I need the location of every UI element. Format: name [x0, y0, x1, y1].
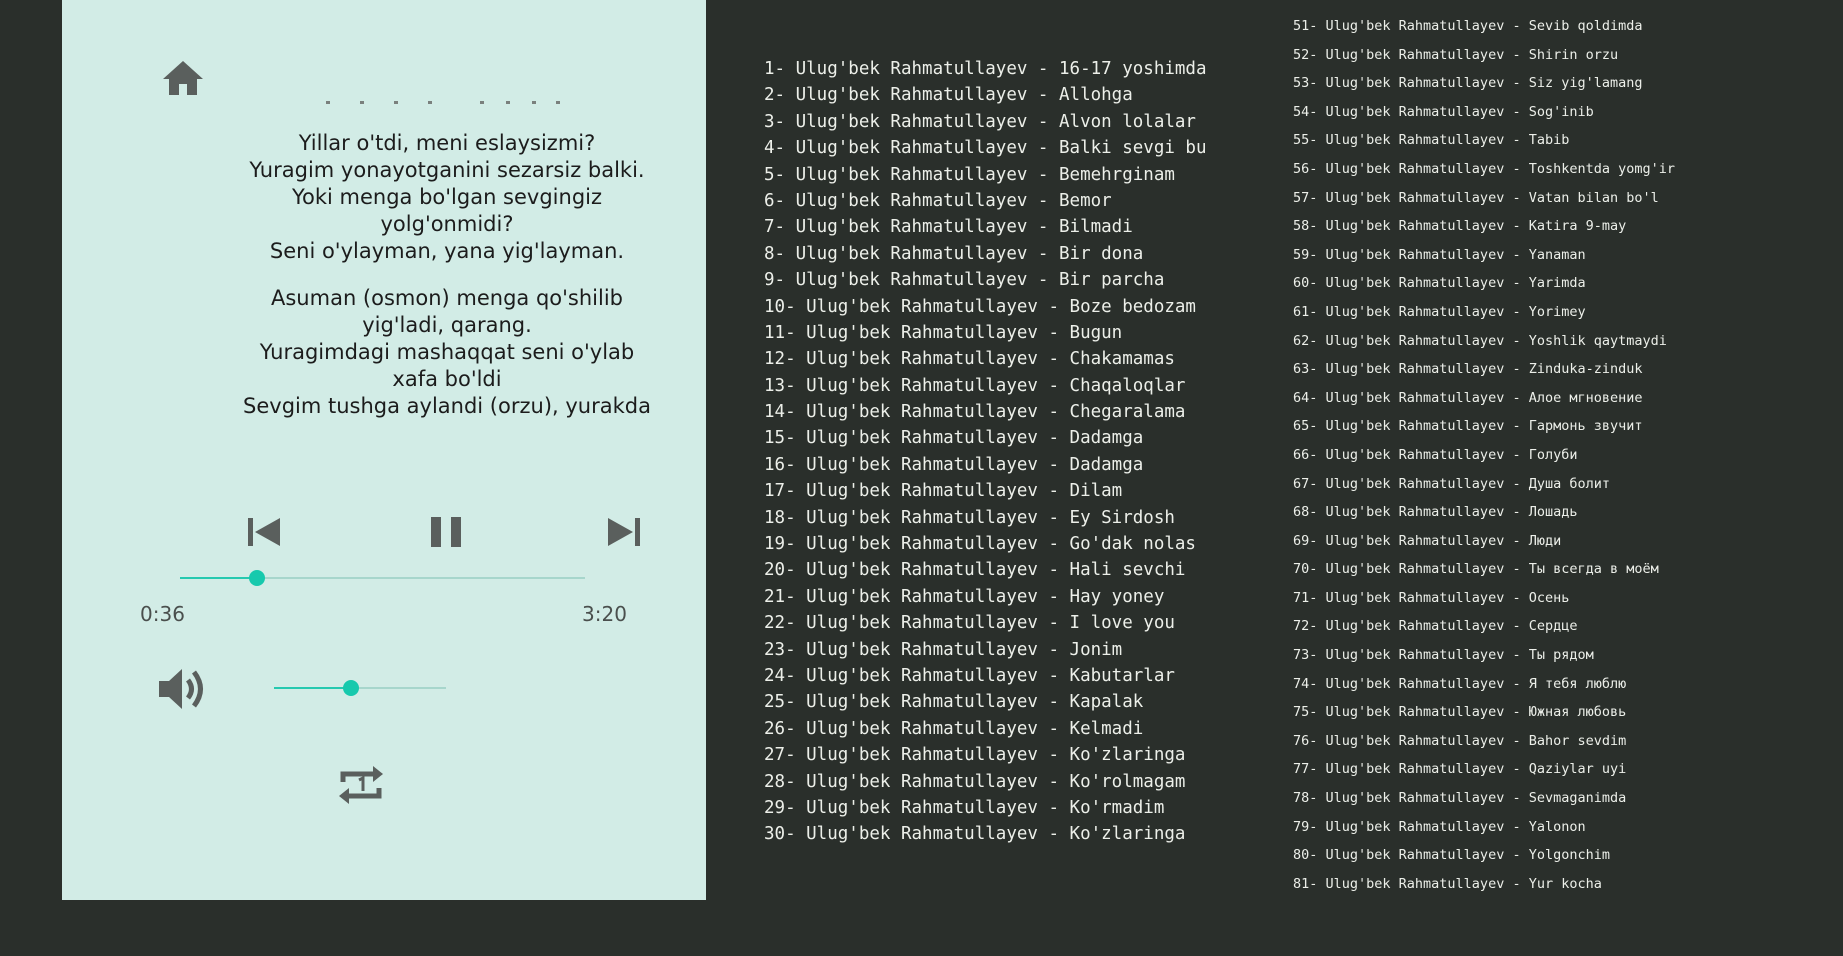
song-list-item[interactable]: 64- Ulug'bek Rahmatullayev - Алое мгнове…	[1293, 384, 1675, 413]
song-list-item[interactable]: 79- Ulug'bek Rahmatullayev - Yalonon	[1293, 813, 1675, 842]
song-list-item[interactable]: 26- Ulug'bek Rahmatullayev - Kelmadi	[764, 716, 1207, 742]
skip-next-icon	[608, 518, 640, 546]
skip-previous-icon	[248, 518, 280, 546]
song-list-item[interactable]: 9- Ulug'bek Rahmatullayev - Bir parcha	[764, 267, 1207, 293]
song-list-item[interactable]: 11- Ulug'bek Rahmatullayev - Bugun	[764, 320, 1207, 346]
home-button[interactable]	[160, 58, 206, 98]
volume-slider[interactable]	[274, 680, 446, 696]
song-list-item[interactable]: 67- Ulug'bek Rahmatullayev - Душа болит	[1293, 470, 1675, 499]
lyrics-stanza: Asuman (osmon) menga qo'shilib yig'ladi, …	[187, 285, 707, 420]
song-list-item[interactable]: 5- Ulug'bek Rahmatullayev - Bemehrginam	[764, 162, 1207, 188]
song-list-item[interactable]: 55- Ulug'bek Rahmatullayev - Tabib	[1293, 126, 1675, 155]
next-button[interactable]	[600, 508, 648, 556]
song-list-item[interactable]: 75- Ulug'bek Rahmatullayev - Южная любов…	[1293, 698, 1675, 727]
song-list-item[interactable]: 8- Ulug'bek Rahmatullayev - Bir dona	[764, 241, 1207, 267]
volume-button[interactable]	[155, 664, 213, 714]
song-list-item[interactable]: 13- Ulug'bek Rahmatullayev - Chaqaloqlar	[764, 373, 1207, 399]
repeat-one-icon	[339, 766, 383, 804]
song-list-item[interactable]: 1- Ulug'bek Rahmatullayev - 16-17 yoshim…	[764, 56, 1207, 82]
song-list-column-2: 51- Ulug'bek Rahmatullayev - Sevib qoldi…	[1293, 12, 1675, 912]
pause-button[interactable]	[422, 508, 470, 556]
song-list-item[interactable]: 12- Ulug'bek Rahmatullayev - Chakamamas	[764, 346, 1207, 372]
song-list-item[interactable]: 18- Ulug'bek Rahmatullayev - Ey Sirdosh	[764, 505, 1207, 531]
song-list-item[interactable]: 74- Ulug'bek Rahmatullayev - Я тебя любл…	[1293, 670, 1675, 699]
lyrics-line: yig'ladi, qarang.	[362, 313, 532, 337]
current-time: 0:36	[140, 602, 185, 626]
previous-button[interactable]	[240, 508, 288, 556]
song-list-item[interactable]: 80- Ulug'bek Rahmatullayev - Yolgonchim	[1293, 841, 1675, 870]
song-list-item[interactable]: 71- Ulug'bek Rahmatullayev - Осень	[1293, 584, 1675, 613]
lyrics-line: Yuragimdagi mashaqqat seni o'ylab	[259, 340, 635, 364]
song-list-item[interactable]: 17- Ulug'bek Rahmatullayev - Dilam	[764, 478, 1207, 504]
lyrics-line: xafa bo'ldi	[392, 367, 502, 391]
song-list-item[interactable]: 56- Ulug'bek Rahmatullayev - Toshkentda …	[1293, 155, 1675, 184]
song-list-item[interactable]: 72- Ulug'bek Rahmatullayev - Сердце	[1293, 612, 1675, 641]
song-list-item[interactable]: 20- Ulug'bek Rahmatullayev - Hali sevchi	[764, 557, 1207, 583]
song-title-placeholder	[326, 101, 560, 104]
song-list-item[interactable]: 77- Ulug'bek Rahmatullayev - Qaziylar uy…	[1293, 755, 1675, 784]
song-list-item[interactable]: 25- Ulug'bek Rahmatullayev - Kapalak	[764, 689, 1207, 715]
song-list-item[interactable]: 53- Ulug'bek Rahmatullayev - Siz yig'lam…	[1293, 69, 1675, 98]
song-list-item[interactable]: 15- Ulug'bek Rahmatullayev - Dadamga	[764, 425, 1207, 451]
song-list-item[interactable]: 58- Ulug'bek Rahmatullayev - Katira 9-ma…	[1293, 212, 1675, 241]
song-list-item[interactable]: 81- Ulug'bek Rahmatullayev - Yur kocha	[1293, 870, 1675, 899]
song-list-item[interactable]: 60- Ulug'bek Rahmatullayev - Yarimda	[1293, 269, 1675, 298]
song-list-item[interactable]: 70- Ulug'bek Rahmatullayev - Ты всегда в…	[1293, 555, 1675, 584]
song-list-item[interactable]: 52- Ulug'bek Rahmatullayev - Shirin orzu	[1293, 41, 1675, 70]
song-list-item[interactable]: 78- Ulug'bek Rahmatullayev - Sevmaganimd…	[1293, 784, 1675, 813]
song-list-item[interactable]: 24- Ulug'bek Rahmatullayev - Kabutarlar	[764, 663, 1207, 689]
lyrics-line: Yillar o'tdi, meni eslaysizmi?	[298, 131, 596, 155]
song-list-item[interactable]: 62- Ulug'bek Rahmatullayev - Yoshlik qay…	[1293, 327, 1675, 356]
lyrics-line: Asuman (osmon) menga qo'shilib	[271, 286, 623, 310]
song-list-item[interactable]: 6- Ulug'bek Rahmatullayev - Bemor	[764, 188, 1207, 214]
song-list-item[interactable]: 59- Ulug'bek Rahmatullayev - Yanaman	[1293, 241, 1675, 270]
lyrics-line: Sevgim tushga aylandi (orzu), yurakda	[243, 394, 651, 418]
lyrics-line: Yoki menga bo'lgan sevgingiz	[291, 185, 603, 209]
volume-icon	[159, 669, 203, 709]
lyrics-stanza: Yillar o'tdi, meni eslaysizmi? Yuragim yo…	[187, 130, 707, 265]
song-list-item[interactable]: 61- Ulug'bek Rahmatullayev - Yorimey	[1293, 298, 1675, 327]
song-list-item[interactable]: 23- Ulug'bek Rahmatullayev - Jonim	[764, 637, 1207, 663]
seek-bar-fill	[180, 577, 257, 579]
song-list-item[interactable]: 19- Ulug'bek Rahmatullayev - Go'dak nola…	[764, 531, 1207, 557]
song-list-item[interactable]: 3- Ulug'bek Rahmatullayev - Alvon lolala…	[764, 109, 1207, 135]
song-list-item[interactable]: 14- Ulug'bek Rahmatullayev - Chegaralama	[764, 399, 1207, 425]
home-icon	[163, 61, 203, 95]
song-list-item[interactable]: 29- Ulug'bek Rahmatullayev - Ko'rmadim	[764, 795, 1207, 821]
pause-icon	[431, 517, 461, 547]
song-list-item[interactable]: 73- Ulug'bek Rahmatullayev - Ты рядом	[1293, 641, 1675, 670]
song-list-item[interactable]: 63- Ulug'bek Rahmatullayev - Zinduka-zin…	[1293, 355, 1675, 384]
song-list-item[interactable]: 57- Ulug'bek Rahmatullayev - Vatan bilan…	[1293, 184, 1675, 213]
lyrics-line: Seni o'ylayman, yana yig'layman.	[269, 239, 625, 263]
song-list-item[interactable]: 30- Ulug'bek Rahmatullayev - Ko'zlaringa	[764, 821, 1207, 847]
song-list-item[interactable]: 7- Ulug'bek Rahmatullayev - Bilmadi	[764, 214, 1207, 240]
song-list-item[interactable]: 21- Ulug'bek Rahmatullayev - Hay yoney	[764, 584, 1207, 610]
song-list-item[interactable]: 2- Ulug'bek Rahmatullayev - Allohga	[764, 82, 1207, 108]
song-list-item[interactable]: 10- Ulug'bek Rahmatullayev - Boze bedoza…	[764, 294, 1207, 320]
seek-bar-thumb[interactable]	[248, 570, 265, 586]
volume-slider-fill	[274, 687, 352, 689]
repeat-button[interactable]	[333, 760, 389, 810]
lyrics-line: Yuragim yonayotganini sezarsiz balki.	[249, 158, 645, 182]
song-list-item[interactable]: 66- Ulug'bek Rahmatullayev - Голуби	[1293, 441, 1675, 470]
song-list-item[interactable]: 22- Ulug'bek Rahmatullayev - I love you	[764, 610, 1207, 636]
song-list-item[interactable]: 68- Ulug'bek Rahmatullayev - Лошадь	[1293, 498, 1675, 527]
lyrics-text: Yillar o'tdi, meni eslaysizmi? Yuragim yo…	[187, 130, 707, 420]
song-list-item[interactable]: 51- Ulug'bek Rahmatullayev - Sevib qoldi…	[1293, 12, 1675, 41]
seek-bar[interactable]	[180, 570, 585, 586]
song-list-item[interactable]: 27- Ulug'bek Rahmatullayev - Ko'zlaringa	[764, 742, 1207, 768]
song-list-item[interactable]: 65- Ulug'bek Rahmatullayev - Гармонь зву…	[1293, 412, 1675, 441]
song-list-item[interactable]: 76- Ulug'bek Rahmatullayev - Bahor sevdi…	[1293, 727, 1675, 756]
song-list-item[interactable]: 54- Ulug'bek Rahmatullayev - Sog'inib	[1293, 98, 1675, 127]
song-list-item[interactable]: 69- Ulug'bek Rahmatullayev - Люди	[1293, 527, 1675, 556]
duration-time: 3:20	[582, 602, 627, 626]
song-list-item[interactable]: 16- Ulug'bek Rahmatullayev - Dadamga	[764, 452, 1207, 478]
song-list-item[interactable]: 4- Ulug'bek Rahmatullayev - Balki sevgi …	[764, 135, 1207, 161]
lyrics-line: yolg'onmidi?	[380, 212, 514, 236]
song-list-column-1: 1- Ulug'bek Rahmatullayev - 16-17 yoshim…	[764, 56, 1207, 956]
song-list-item[interactable]: 28- Ulug'bek Rahmatullayev - Ko'rolmagam	[764, 769, 1207, 795]
